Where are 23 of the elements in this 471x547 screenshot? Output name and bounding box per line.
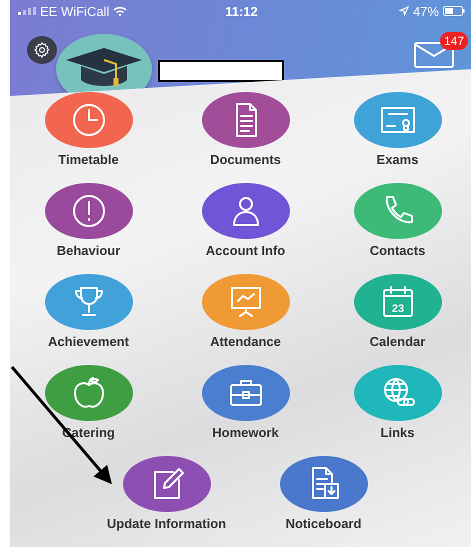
- tile-label[interactable]: Links: [380, 425, 414, 441]
- tile-label[interactable]: Contacts: [370, 243, 426, 259]
- tile-label[interactable]: Noticeboard: [286, 516, 362, 532]
- battery-icon: [442, 6, 465, 16]
- tile-label[interactable]: Calendar: [370, 334, 426, 350]
- settings-icon: [33, 41, 51, 59]
- battery-percent: 47%: [412, 4, 439, 18]
- message-count-badge: 147: [440, 32, 468, 50]
- tile-label[interactable]: Homework: [212, 425, 279, 441]
- tile-label[interactable]: Documents: [210, 152, 281, 168]
- tile-label[interactable]: Update Information: [106, 516, 226, 532]
- tile-label[interactable]: Achievement: [48, 334, 129, 350]
- tile-label[interactable]: Attendance: [210, 334, 281, 350]
- location-arrow-icon: [398, 6, 409, 16]
- signal-icon: [18, 7, 36, 15]
- wifi-icon: [113, 6, 128, 16]
- tile-label[interactable]: Exams: [376, 152, 418, 168]
- settings-button[interactable]: [27, 36, 57, 64]
- tile-label[interactable]: Behaviour: [56, 243, 120, 259]
- tile-label[interactable]: Account Info: [206, 243, 286, 259]
- status-time: 11:12: [225, 4, 258, 18]
- tile-label[interactable]: Timetable: [58, 152, 119, 168]
- carrier-name: EE WiFiCall: [40, 4, 110, 18]
